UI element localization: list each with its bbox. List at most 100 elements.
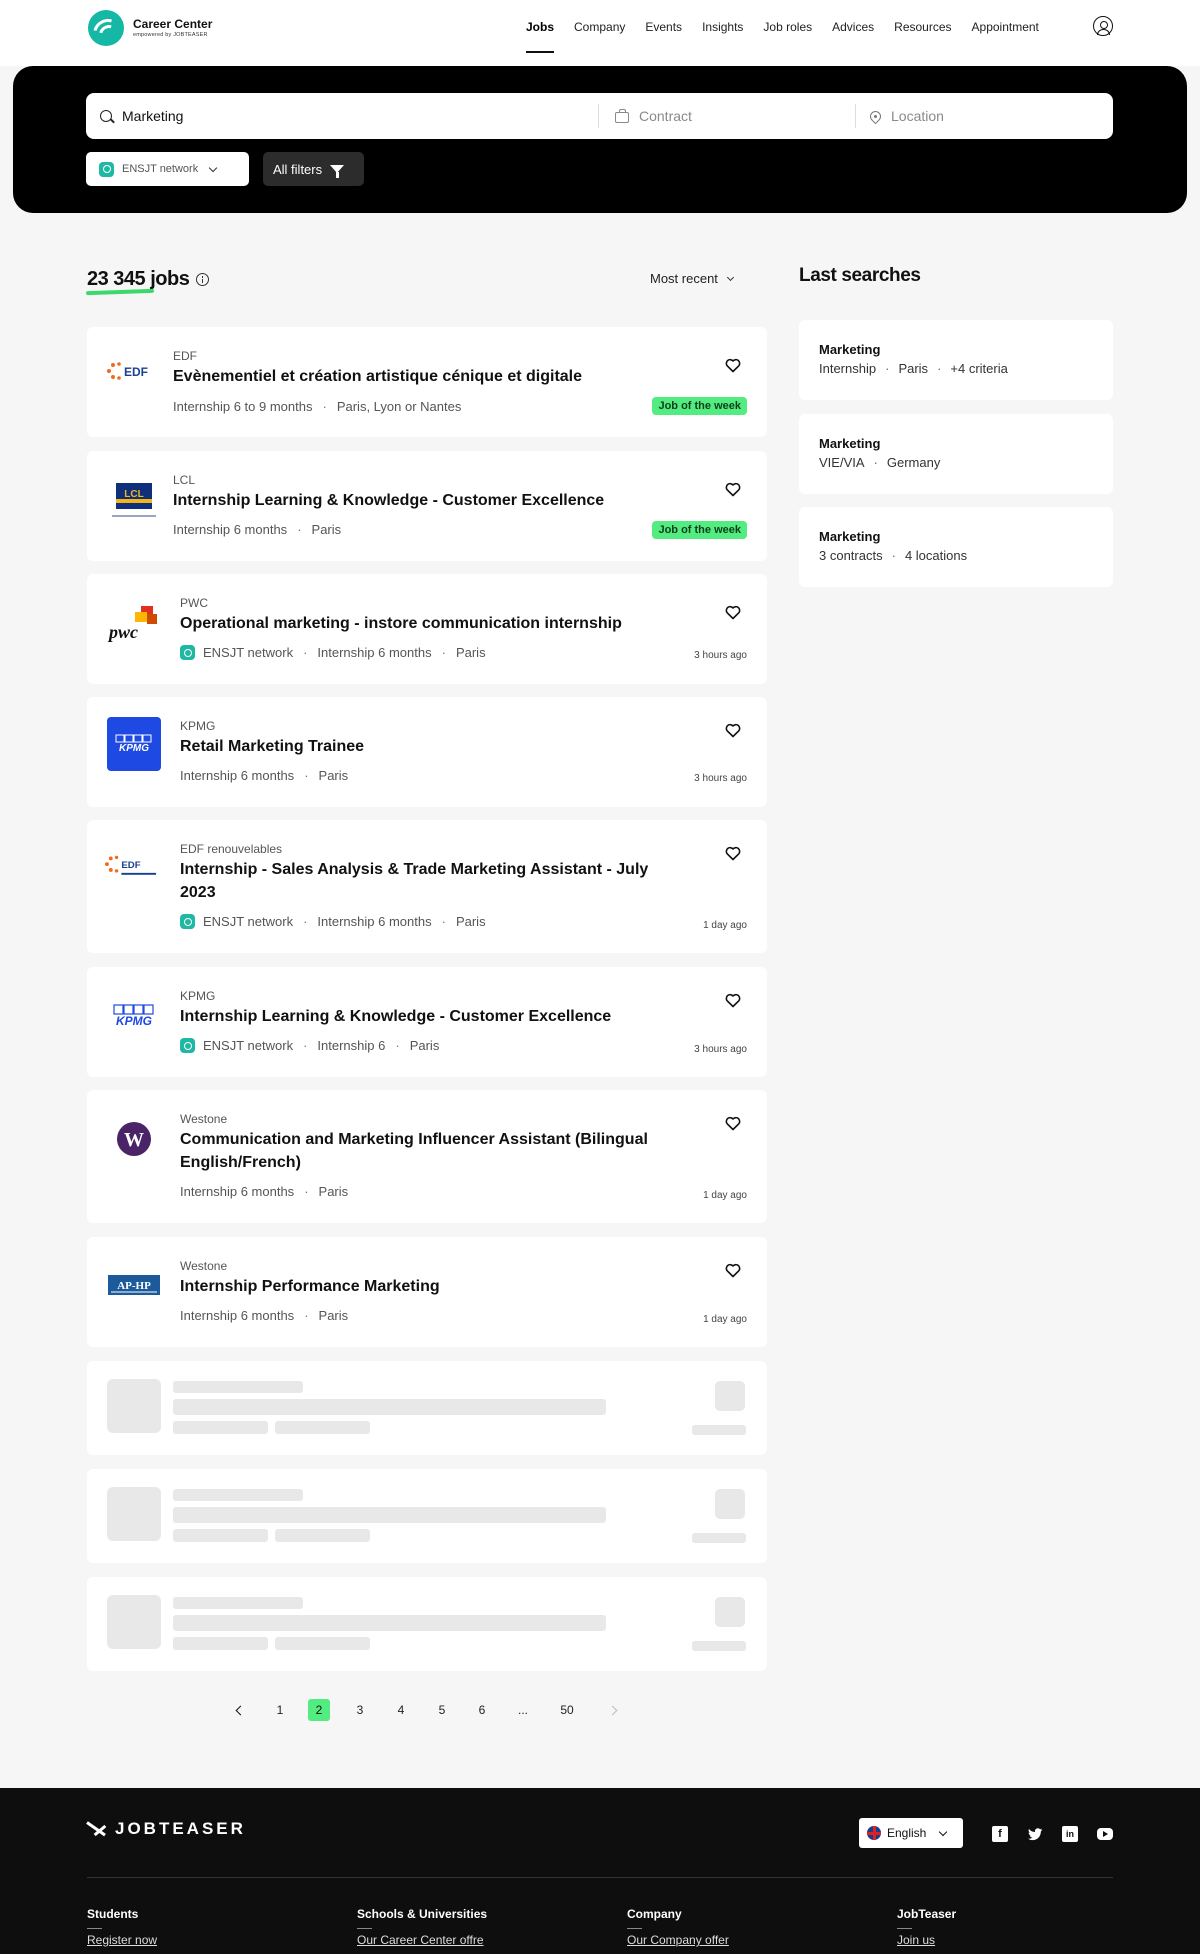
favorite-heart-icon[interactable] [725,993,741,1008]
footer-link[interactable]: Our Career Center offre [357,1933,487,1947]
location-segment [855,104,1113,128]
favorite-heart-icon[interactable] [725,358,741,373]
footer-column-students: Students Register now [87,1907,157,1947]
posted-time: 3 hours ago [694,1044,747,1055]
favorite-heart-icon[interactable] [725,482,741,497]
job-card[interactable]: EDF EDF Evènementiel et création artisti… [87,327,767,437]
job-card[interactable]: W Westone Communication and Marketing In… [87,1090,767,1223]
keyword-input[interactable] [122,108,521,124]
sort-dropdown[interactable]: Most recent [650,271,734,286]
company-name: Westone [180,1112,228,1126]
previous-page-button[interactable] [229,1699,251,1721]
favorite-heart-icon[interactable] [725,605,741,620]
network-icon [99,161,114,177]
job-contract: Internship 6 months [180,768,295,783]
job-title[interactable]: Internship Learning & Knowledge - Custom… [180,1005,680,1028]
info-icon[interactable] [196,273,210,286]
nav-resources[interactable]: Resources [894,19,951,35]
page-link[interactable]: 3 [349,1699,371,1721]
nav-insights[interactable]: Insights [702,19,743,35]
jobteaser-logo[interactable]: JOBTEASER [87,1818,246,1840]
facebook-icon[interactable]: f [992,1826,1008,1842]
last-search-item[interactable]: Marketing 3 contracts · 4 locations [799,507,1113,587]
job-card[interactable]: KPMG KPMG Retail Marketing Trainee Inter… [87,697,767,807]
job-contract: Internship 6 months [317,914,432,929]
language-selector[interactable]: English [859,1818,963,1848]
page-link[interactable]: 6 [471,1699,493,1721]
nav-advices[interactable]: Advices [832,19,874,35]
footer-link[interactable]: Our Company offer [627,1933,729,1947]
pagination: 1 2 3 4 5 6 ... 50 [0,1699,1200,1721]
job-card[interactable]: EDF EDF renouvelables Internship - Sales… [87,820,767,953]
sort-label: Most recent [650,271,718,286]
pwc-logo-text: pwc [107,622,138,642]
westone-logo-text: W [124,1129,144,1151]
footer-link[interactable]: Register now [87,1933,157,1947]
account-icon[interactable] [1093,16,1113,36]
favorite-heart-icon[interactable] [725,723,741,738]
company-name: Westone [180,1259,228,1273]
job-title[interactable]: Operational marketing - instore communic… [180,612,680,635]
location-input[interactable] [891,108,1086,124]
nav-job-roles[interactable]: Job roles [763,19,812,35]
nav-appointment[interactable]: Appointment [972,19,1039,35]
job-title[interactable]: Internship Learning & Knowledge - Custom… [173,489,673,512]
company-name: EDF [173,349,197,363]
jobteaser-wordmark: JOBTEASER [115,1819,246,1838]
job-location: Paris, Lyon or Nantes [336,399,462,414]
uk-flag-icon [867,1826,881,1840]
edf-renew-logo-text: EDF [121,860,140,871]
nav-company[interactable]: Company [574,19,625,35]
twitter-icon[interactable] [1027,1826,1043,1842]
job-title[interactable]: Retail Marketing Trainee [180,735,680,758]
all-filters-button[interactable]: All filters [263,152,364,186]
career-center-logo[interactable]: Career Center empowered by JOBTEASER [88,10,212,46]
filter-funnel-icon [330,165,345,178]
network-filter-dropdown[interactable]: ENSJT network [86,152,249,186]
last-search-criteria: Internship · Paris · +4 criteria [819,361,1008,376]
job-card[interactable]: pwc PWC Operational marketing - instore … [87,574,767,684]
westone-logo: W [107,1112,161,1166]
lcl-logo-text: LCL [124,489,143,500]
page-link-current[interactable]: 2 [308,1699,330,1721]
job-title[interactable]: Internship - Sales Analysis & Trade Mark… [180,858,680,904]
page-link[interactable]: 4 [390,1699,412,1721]
job-card[interactable]: AP-HP Westone Internship Performance Mar… [87,1237,767,1347]
page-link[interactable]: 5 [431,1699,453,1721]
youtube-icon[interactable] [1097,1828,1113,1840]
company-name: EDF renouvelables [180,842,283,856]
kpmg-logo-text: KPMG [116,1014,152,1028]
posted-time: 1 day ago [703,1314,747,1325]
footer-column-title: JobTeaser [897,1907,957,1921]
job-contract: Internship 6 months [180,1308,295,1323]
footer-column-title: Schools & Universities [357,1907,488,1921]
footer-link[interactable]: Join us [897,1933,956,1947]
job-card[interactable]: LCL LCL Internship Learning & Knowledge … [87,451,767,561]
kpmg-logo: KPMG [107,717,161,771]
page-link[interactable]: 50 [556,1699,578,1721]
contract-input[interactable] [639,108,831,124]
nav-events[interactable]: Events [645,19,682,35]
favorite-heart-icon[interactable] [725,1263,741,1278]
footer-column-company: Company Our Company offer [627,1907,729,1947]
job-network: ENSJT network [203,914,294,929]
last-search-item[interactable]: Marketing Internship · Paris · +4 criteria [799,320,1113,400]
page-link[interactable]: 1 [269,1699,291,1721]
favorite-heart-icon[interactable] [725,1116,741,1131]
job-title[interactable]: Communication and Marketing Influencer A… [180,1128,680,1174]
results-count-text: 23 345 jobs [87,268,190,290]
job-card[interactable]: KPMG KPMG Internship Learning & Knowledg… [87,967,767,1077]
nav-jobs[interactable]: Jobs [526,19,555,53]
career-center-logo-icon [88,10,124,46]
favorite-heart-icon[interactable] [725,846,741,861]
linkedin-icon[interactable]: in [1062,1826,1078,1842]
top-navigation-bar: Career Center empowered by JOBTEASER Job… [0,0,1200,66]
job-title[interactable]: Evènementiel et création artistique céni… [173,365,673,388]
job-title[interactable]: Internship Performance Marketing [180,1275,680,1298]
job-location: Paris [318,1308,349,1323]
last-search-item[interactable]: Marketing VIE/VIA · Germany [799,414,1113,494]
chevron-right-icon [607,1705,617,1715]
loading-skeleton-card [87,1577,767,1671]
job-meta: Internship 6 months · Paris [173,522,342,537]
next-page-button[interactable] [601,1699,623,1721]
